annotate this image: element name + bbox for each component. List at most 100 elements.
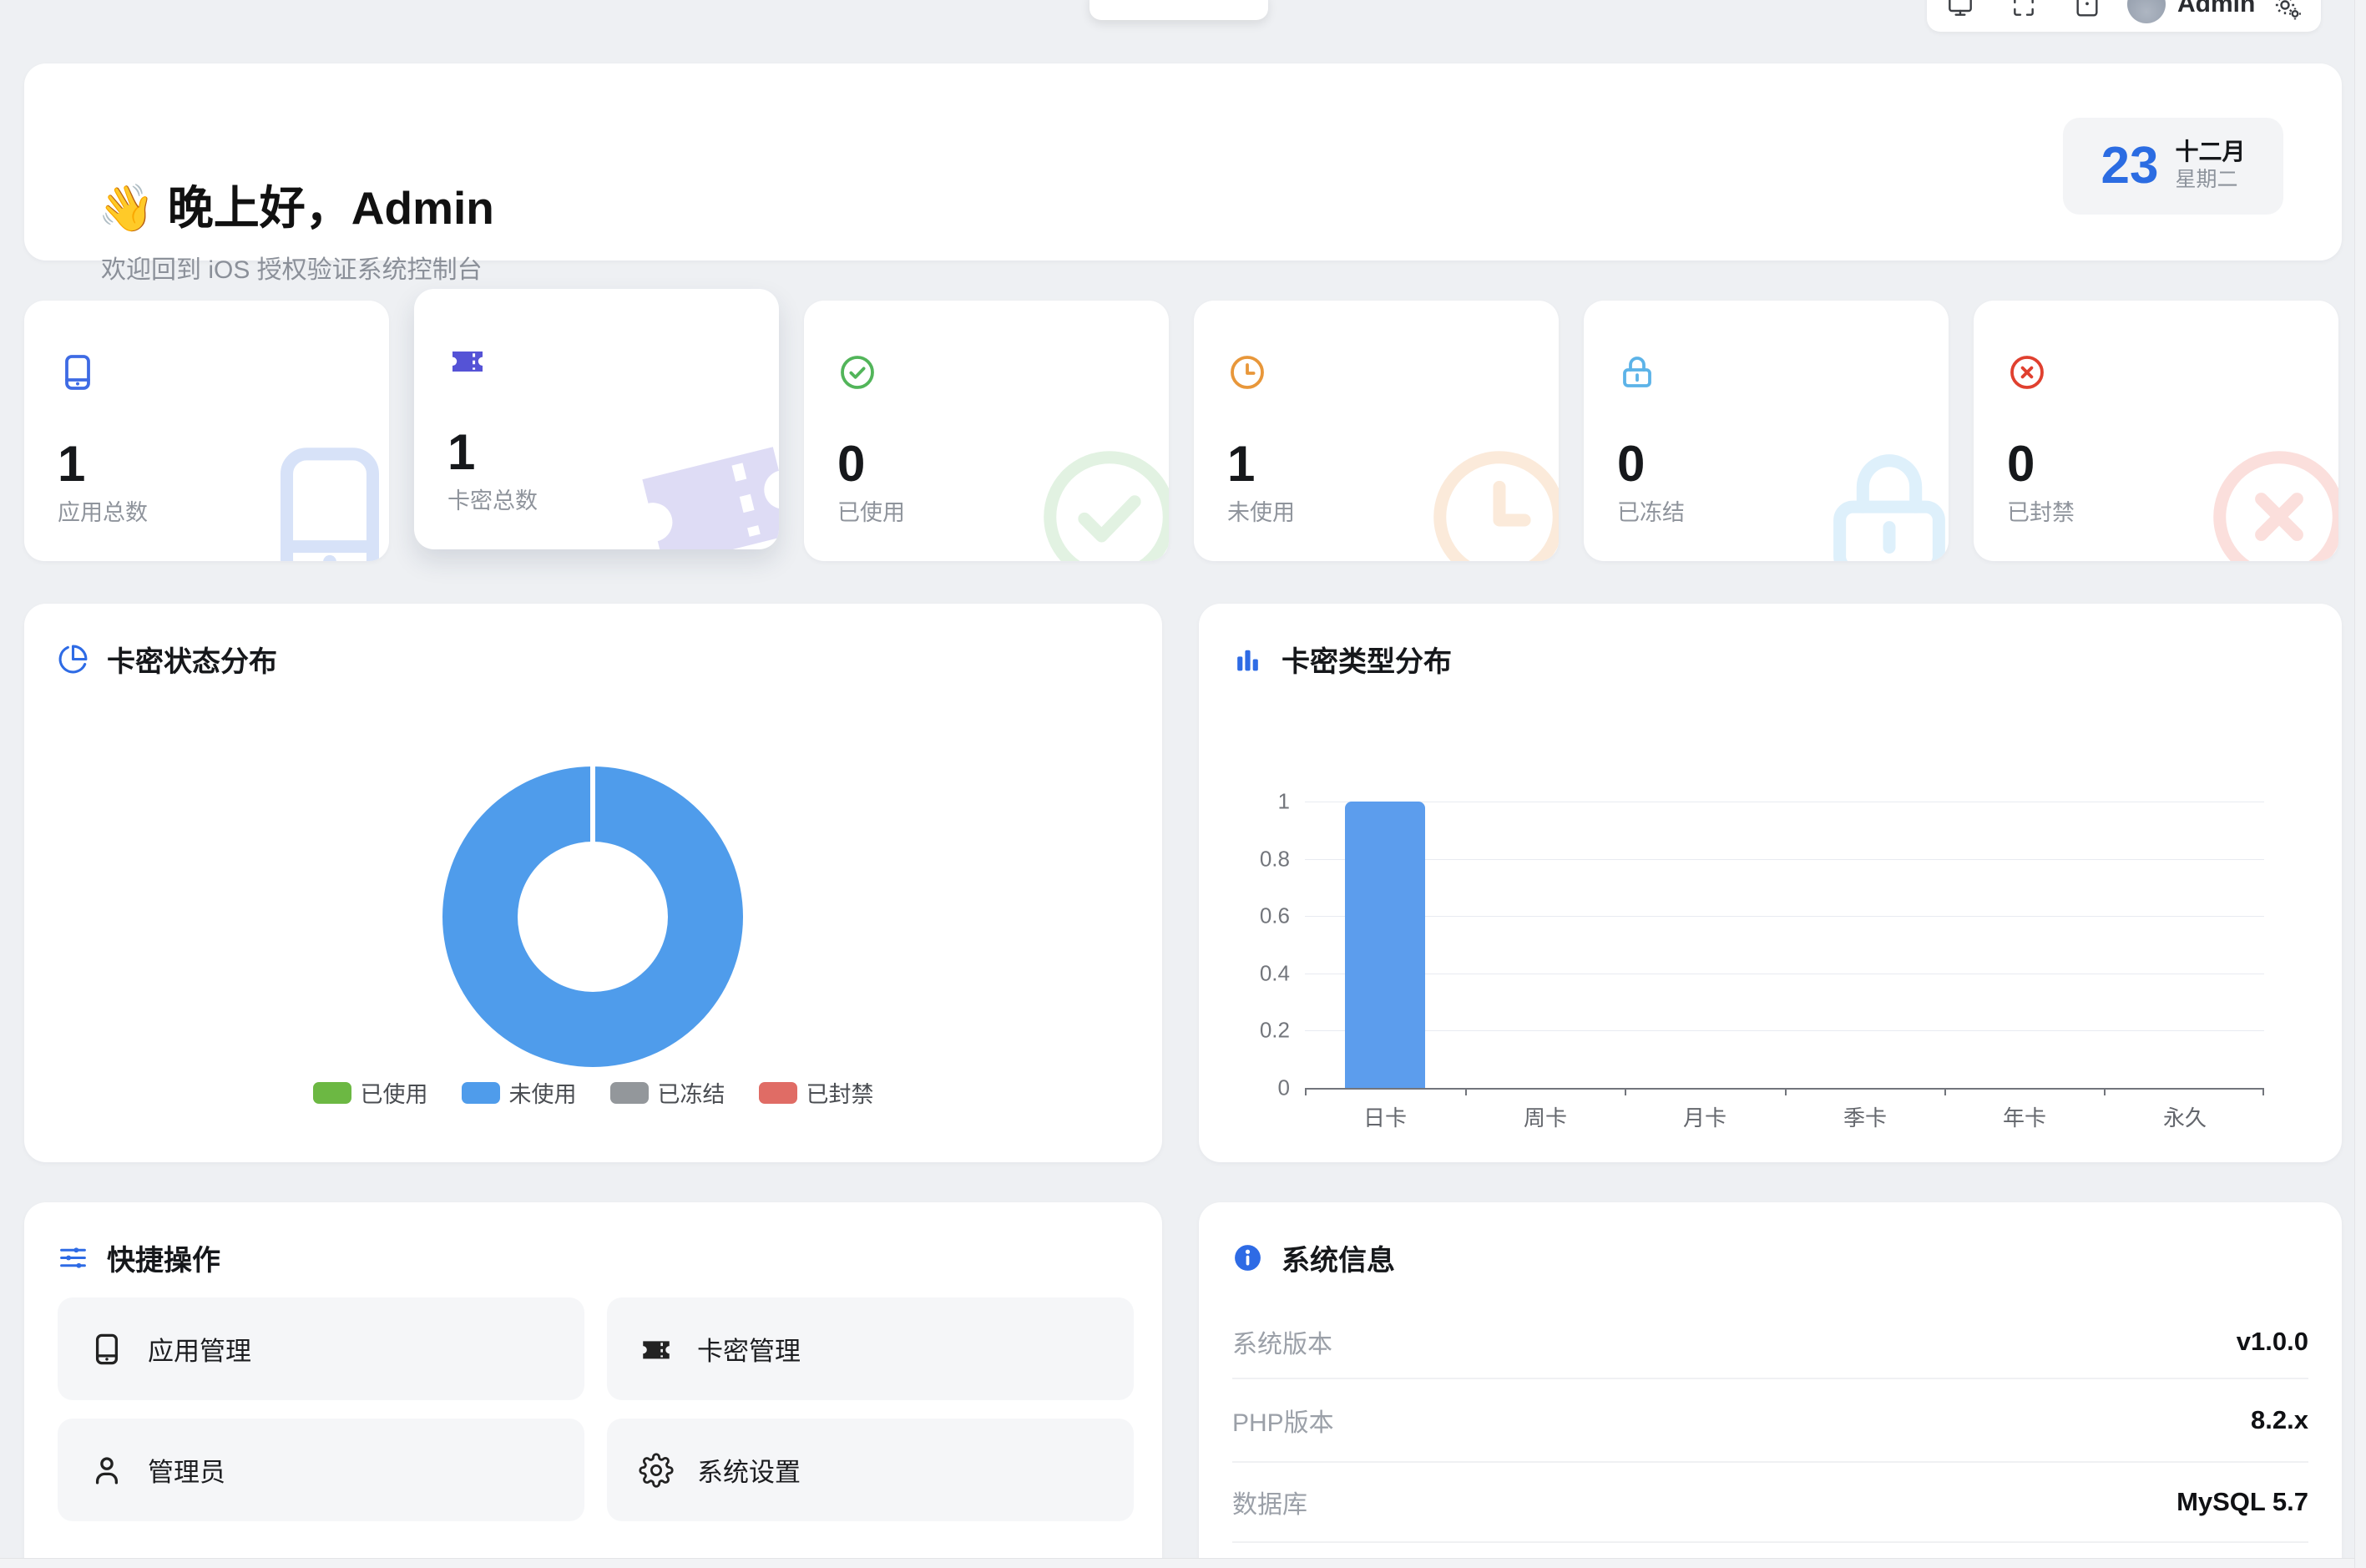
pie-card-title: 卡密状态分布 — [107, 639, 277, 680]
sliders-icon — [58, 1242, 88, 1273]
y-tick-label: 0.6 — [1228, 903, 1290, 929]
fullscreen-icon[interactable] — [2010, 0, 2037, 19]
donut-slice-gap — [590, 766, 595, 843]
x-tick-label: 周卡 — [1465, 1101, 1625, 1132]
horizontal-scrollbar[interactable] — [0, 1558, 2366, 1568]
x-circle-watermark-icon — [2200, 438, 2338, 561]
quick-action-keys[interactable]: 卡密管理 — [607, 1297, 1134, 1400]
donut-chart — [442, 766, 743, 1067]
stat-card-keys-total[interactable]: 1 卡密总数 — [414, 289, 779, 549]
stat-label: 已使用 — [837, 494, 905, 527]
info-value: v1.0.0 — [2237, 1327, 2308, 1357]
date-day: 23 — [2101, 140, 2159, 192]
ticket-icon — [639, 1332, 674, 1367]
topbar-toolbar: Admin — [1927, 0, 2321, 32]
smartphone-watermark-icon — [250, 438, 389, 561]
username-label: Admin — [2177, 0, 2255, 18]
legend-item-frozen[interactable]: 已冻结 — [610, 1076, 725, 1109]
y-tick-label: 0 — [1228, 1075, 1290, 1101]
x-tick-label: 年卡 — [1944, 1101, 2105, 1132]
stat-value: 0 — [837, 439, 865, 489]
info-value: MySQL 5.7 — [2176, 1487, 2308, 1517]
pie-chart-icon — [58, 644, 88, 675]
x-tick-label: 季卡 — [1785, 1101, 1945, 1132]
legend-item-used[interactable]: 已使用 — [313, 1076, 428, 1109]
y-tick-label: 1 — [1228, 789, 1290, 815]
clock-icon — [1227, 352, 1267, 392]
legend-chip — [313, 1082, 351, 1104]
stat-card-used[interactable]: 0 已使用 — [804, 301, 1169, 561]
vertical-scrollbar[interactable] — [2354, 0, 2366, 1568]
stat-label: 应用总数 — [58, 494, 148, 527]
info-label: PHP版本 — [1232, 1402, 1334, 1439]
stat-value: 1 — [1227, 439, 1255, 489]
stat-label: 卡密总数 — [447, 483, 538, 515]
bar-chart-icon — [1232, 644, 1263, 675]
legend-chip — [610, 1082, 649, 1104]
date-month: 十二月 — [2175, 138, 2245, 166]
welcome-banner: 👋 晚上好，Admin 欢迎回到 iOS 授权验证系统控制台 — [24, 63, 2342, 260]
stat-label: 已冻结 — [1617, 494, 1685, 527]
stat-value: 0 — [1617, 439, 1645, 489]
lock-icon — [1617, 352, 1657, 392]
quick-action-admins[interactable]: 管理员 — [58, 1419, 584, 1521]
stat-card-apps[interactable]: 1 应用总数 — [24, 301, 389, 561]
pie-legend: 已使用 未使用 已冻结 已封禁 — [24, 1076, 1162, 1109]
bar-plot-area: 1 0.8 0.6 0.4 0.2 0 日卡 周卡 月卡 季卡 年卡 永久 — [1305, 802, 2264, 1090]
desktop-icon[interactable] — [1947, 0, 1974, 19]
lock-watermark-icon — [1810, 438, 1949, 561]
legend-item-unused[interactable]: 未使用 — [462, 1076, 577, 1109]
stat-label: 已封禁 — [2007, 494, 2075, 527]
check-circle-icon — [837, 352, 877, 392]
top-center-panel — [1089, 0, 1268, 20]
x-tick-label: 月卡 — [1625, 1101, 1785, 1132]
info-icon — [1232, 1242, 1263, 1273]
y-tick-label: 0.4 — [1228, 960, 1290, 986]
stat-value: 0 — [2007, 439, 2035, 489]
ticket-icon — [447, 341, 488, 381]
info-value: 8.2.x — [2251, 1405, 2308, 1435]
theme-icon[interactable] — [2074, 0, 2101, 19]
stat-card-unused[interactable]: 1 未使用 — [1194, 301, 1559, 561]
info-label: 系统版本 — [1232, 1323, 1332, 1360]
donut-hole — [518, 842, 668, 992]
key-type-chart-card: 卡密类型分布 1 0.8 0.6 0.4 0.2 0 日卡 周卡 月卡 季卡 年 — [1199, 604, 2342, 1162]
system-info-row: PHP版本 8.2.x — [1232, 1379, 2308, 1463]
stat-card-frozen[interactable]: 0 已冻结 — [1584, 301, 1949, 561]
date-weekday: 星期二 — [2175, 165, 2245, 195]
legend-item-banned[interactable]: 已封禁 — [759, 1076, 874, 1109]
x-tick-label: 永久 — [2105, 1101, 2265, 1132]
stat-value: 1 — [447, 427, 475, 478]
quick-action-apps[interactable]: 应用管理 — [58, 1297, 584, 1400]
clock-watermark-icon — [1420, 438, 1559, 561]
dashboard-page: Admin 👋 晚上好，Admin 欢迎回到 iOS 授权验证系统控制台 23 … — [0, 0, 2366, 1568]
system-info-card: 系统信息 系统版本 v1.0.0 PHP版本 8.2.x 数据库 MySQL 5… — [1199, 1202, 2342, 1568]
greeting-subtitle: 欢迎回到 iOS 授权验证系统控制台 — [101, 249, 483, 286]
quick-actions-title: 快捷操作 — [107, 1237, 220, 1278]
stat-card-banned[interactable]: 0 已封禁 — [1974, 301, 2338, 561]
check-circle-watermark-icon — [1030, 438, 1169, 561]
system-info-row: 系统版本 v1.0.0 — [1232, 1306, 2308, 1379]
info-label: 数据库 — [1232, 1484, 1307, 1520]
y-tick-label: 0.2 — [1228, 1018, 1290, 1044]
user-avatar[interactable] — [2127, 0, 2166, 23]
quick-action-settings[interactable]: 系统设置 — [607, 1419, 1134, 1521]
y-tick-label: 0.8 — [1228, 846, 1290, 872]
system-info-row: 数据库 MySQL 5.7 — [1232, 1463, 2308, 1543]
gear-icon — [639, 1453, 674, 1488]
system-info-title: 系统信息 — [1282, 1237, 1395, 1278]
quick-actions-card: 快捷操作 应用管理 卡密管理 管理员 系统设置 — [24, 1202, 1162, 1568]
user-icon — [89, 1453, 124, 1488]
x-tick-label: 日卡 — [1305, 1101, 1465, 1132]
smartphone-icon — [58, 352, 98, 392]
stat-label: 未使用 — [1227, 494, 1295, 527]
bar-card-title: 卡密类型分布 — [1282, 639, 1452, 680]
legend-chip — [759, 1082, 797, 1104]
ticket-watermark-icon — [609, 394, 779, 549]
legend-chip — [462, 1082, 500, 1104]
greeting-title: 👋 晚上好，Admin — [98, 170, 494, 237]
smartphone-icon — [89, 1332, 124, 1367]
bar-daily — [1345, 802, 1425, 1088]
date-widget: 23 十二月 星期二 — [2063, 118, 2283, 215]
settings-gears-icon[interactable] — [2272, 0, 2303, 23]
